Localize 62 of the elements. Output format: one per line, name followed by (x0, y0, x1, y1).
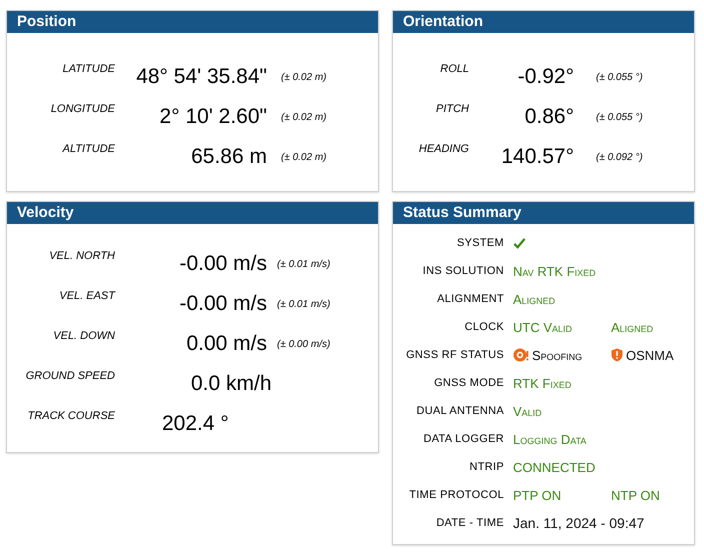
field-label: LATITUDE (62, 62, 115, 75)
field-label: VEL. DOWN (52, 329, 115, 342)
field-label: PITCH (435, 102, 469, 115)
field-label: LONGITUDE (50, 102, 115, 115)
status-label: DATA LOGGER (422, 433, 504, 445)
status-value: Aligned (513, 292, 556, 306)
uncertainty-text: (± 0.02 m) (280, 112, 328, 122)
uncertainty-text: (± 0.01 m/s) (276, 258, 332, 270)
status-label: DUAL ANTENNA (415, 405, 504, 417)
warning-ring-icon (513, 348, 529, 362)
field-value: 48° 54' 35.84" (135, 65, 267, 89)
field-label: VEL. NORTH (48, 249, 115, 262)
status-value: PTP ON (513, 488, 562, 502)
field-value: -0.00 m/s (178, 292, 267, 316)
field-label: ROLL (439, 62, 469, 75)
status-value: RTK Fixed (513, 376, 572, 390)
field-value: 140.57° (500, 145, 574, 169)
status-value: Logging Data (513, 432, 586, 446)
field-value: -0.00 m/s (178, 252, 267, 276)
status-label: GNSS MODE (433, 377, 504, 389)
status-label: NTRIP (468, 461, 504, 473)
status-label: CLOCK (464, 321, 504, 333)
field-value: 65.86 m (190, 145, 267, 169)
status-value: OSNMA (626, 348, 674, 362)
status-value: Valid (513, 404, 542, 418)
uncertainty-text: (± 0.02 m) (280, 72, 328, 82)
field-label: HEADING (418, 142, 469, 155)
field-label: GROUND SPEED (24, 369, 115, 382)
field-value: 2° 10' 2.60" (158, 105, 267, 129)
status-value: UTC Valid (513, 320, 572, 334)
status-value: Nav RTK Fixed (513, 264, 596, 278)
status-label: INS SOLUTION (422, 265, 504, 277)
status-label: ALIGNMENT (436, 293, 504, 305)
uncertainty-text: (± 0.01 m/s) (276, 298, 332, 310)
panel-title: Velocity (7, 202, 378, 224)
status-label: DATE - TIME (435, 517, 504, 529)
field-value: -0.92° (516, 65, 574, 89)
panel-title: Status Summary (393, 202, 694, 224)
field-value: 0.86° (524, 105, 574, 129)
status-label: TIME PROTOCOL (408, 489, 504, 501)
status-label: GNSS RF STATUS (405, 349, 504, 361)
uncertainty-text: (± 0.00 m/s) (276, 338, 332, 350)
uncertainty-text: (± 0.02 m) (280, 152, 328, 162)
field-label: TRACK COURSE (26, 409, 115, 422)
uncertainty-text: (± 0.055 °) (595, 112, 644, 122)
uncertainty-text: (± 0.092 °) (595, 152, 644, 162)
status-value: CONNECTED (513, 460, 596, 474)
checkmark-icon (513, 236, 526, 250)
field-value: 0.00 m/s (185, 332, 267, 356)
panel-title: Orientation (393, 11, 694, 33)
status-value: Aligned (611, 320, 654, 334)
status-label: SYSTEM (456, 237, 504, 249)
field-value: 202.4 ° (161, 412, 230, 436)
panel-title: Position (7, 11, 378, 33)
field-label: ALTITUDE (61, 142, 115, 155)
status-value: Jan. 11, 2024 - 09:47 (513, 515, 644, 531)
status-value: NTP ON (611, 488, 660, 502)
status-value: Spoofing (532, 348, 582, 362)
uncertainty-text: (± 0.055 °) (595, 72, 644, 82)
field-label: VEL. EAST (58, 289, 115, 302)
field-value: 0.0 km/h (190, 372, 273, 396)
warning-shield-icon (611, 348, 623, 362)
